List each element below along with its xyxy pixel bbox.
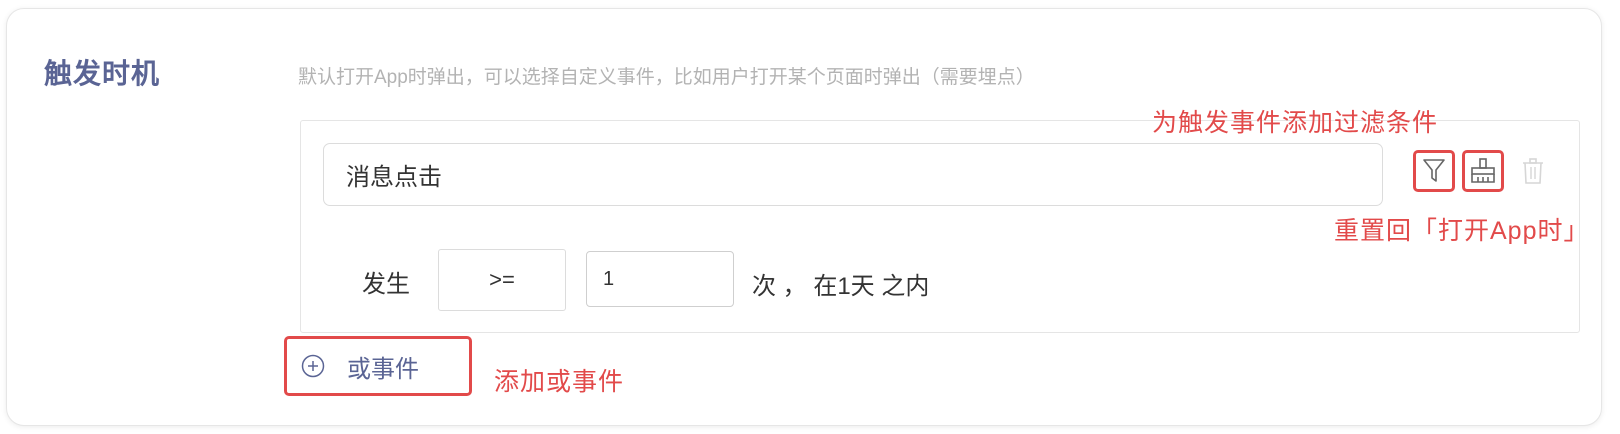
times-within-label: 次 ， 在1天 之内 bbox=[752, 273, 930, 300]
event-select[interactable]: 消息点击 bbox=[323, 143, 1383, 206]
broom-icon bbox=[1471, 158, 1495, 183]
annotation-add-or: 添加或事件 bbox=[494, 368, 625, 396]
section-title: 触发时机 bbox=[44, 58, 161, 89]
filter-icon bbox=[1423, 159, 1445, 182]
annotation-reset: 重置回「打开App时」 bbox=[1334, 217, 1590, 245]
trash-icon bbox=[1523, 158, 1543, 184]
count-input[interactable]: 1 bbox=[586, 251, 734, 307]
operator-select[interactable]: >= bbox=[438, 249, 566, 311]
reset-button[interactable] bbox=[1462, 150, 1504, 192]
event-select-value: 消息点击 bbox=[346, 164, 442, 191]
annotation-filter: 为触发事件添加过滤条件 bbox=[1152, 109, 1439, 137]
operator-value: >= bbox=[489, 267, 515, 292]
delete-button[interactable] bbox=[1512, 150, 1554, 192]
section-hint: 默认打开App时弹出，可以选择自定义事件，比如用户打开某个页面时弹出（需要埋点） bbox=[298, 67, 1035, 88]
plus-circle-icon bbox=[301, 354, 325, 378]
add-or-event-label: 或事件 bbox=[347, 355, 419, 383]
count-value: 1 bbox=[603, 267, 615, 290]
add-or-event-button[interactable]: 或事件 bbox=[284, 336, 472, 396]
occur-label: 发生 bbox=[362, 271, 410, 298]
filter-button[interactable] bbox=[1413, 150, 1455, 192]
